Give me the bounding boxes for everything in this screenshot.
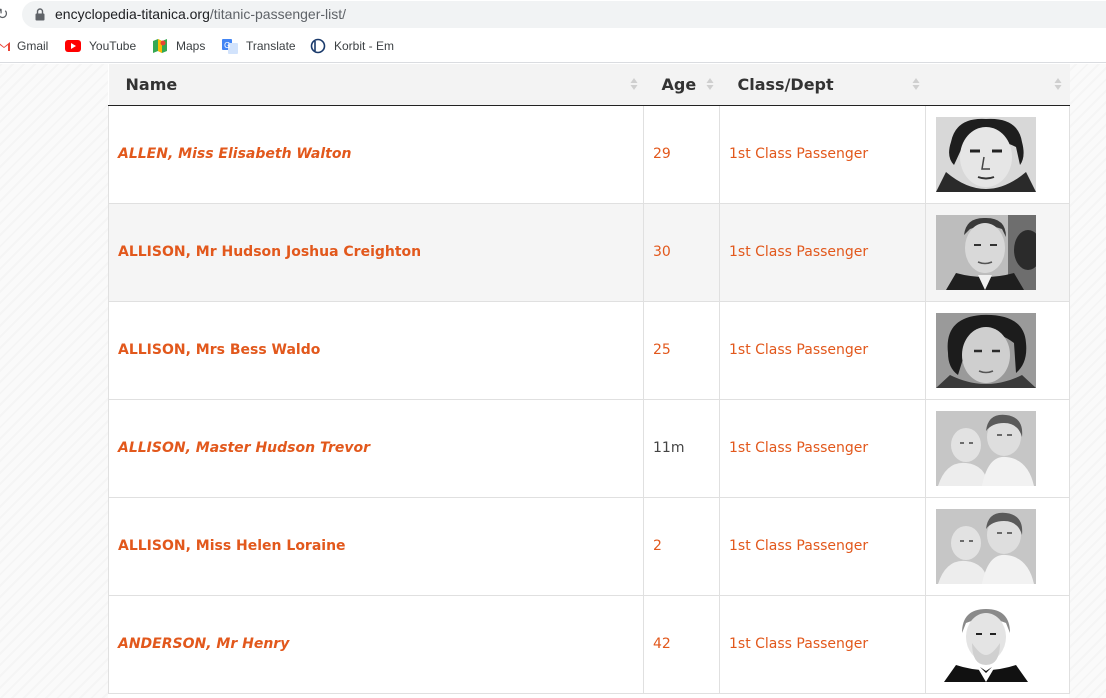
table-row: ALLISON, Master Hudson Trevor 11m 1st Cl… bbox=[108, 398, 1070, 498]
class-link[interactable]: 1st Class Passenger bbox=[719, 594, 926, 694]
passenger-photo[interactable] bbox=[936, 312, 1036, 388]
table-row: ALLISON, Mr Hudson Joshua Creighton 30 1… bbox=[108, 202, 1070, 302]
photo-cell bbox=[925, 398, 1070, 498]
age-link[interactable]: 2 bbox=[643, 496, 720, 596]
sort-icon bbox=[912, 78, 919, 90]
column-header-label: Name bbox=[125, 74, 178, 94]
column-header-name[interactable]: Name bbox=[108, 64, 644, 106]
passenger-name-link[interactable]: ANDERSON, Mr Henry bbox=[108, 594, 644, 694]
bookmark-korbit[interactable]: Korbit - Em bbox=[310, 38, 394, 54]
column-header-class[interactable]: Class/Dept bbox=[719, 64, 926, 106]
url-text: encyclopedia-titanica.org/titanic-passen… bbox=[55, 6, 346, 22]
bookmark-maps[interactable]: Maps bbox=[152, 38, 205, 54]
photo-cell bbox=[925, 496, 1070, 596]
table-row: ALLISON, Mrs Bess Waldo 25 1st Class Pas… bbox=[108, 300, 1070, 400]
bookmarks-bar: Gmail YouTube Maps G Translate Korbit - … bbox=[0, 30, 1106, 63]
bookmark-label: Gmail bbox=[17, 39, 49, 53]
passenger-photo[interactable] bbox=[936, 410, 1036, 486]
age-value: 11m bbox=[643, 398, 720, 498]
gmail-icon bbox=[0, 38, 10, 54]
bookmark-label: Korbit - Em bbox=[334, 39, 395, 53]
youtube-icon bbox=[65, 38, 81, 54]
bookmark-youtube[interactable]: YouTube bbox=[65, 38, 136, 54]
bookmark-label: Translate bbox=[246, 39, 296, 53]
bookmark-gmail[interactable]: Gmail bbox=[0, 38, 48, 54]
column-header-age[interactable]: Age bbox=[643, 64, 720, 106]
class-link[interactable]: 1st Class Passenger bbox=[719, 398, 926, 498]
class-link[interactable]: 1st Class Passenger bbox=[719, 300, 926, 400]
passenger-name-link[interactable]: ALLISON, Mrs Bess Waldo bbox=[108, 300, 644, 400]
table-row: ALLEN, Miss Elisabeth Walton 29 1st Clas… bbox=[108, 104, 1070, 204]
maps-icon bbox=[152, 38, 168, 54]
photo-cell bbox=[925, 104, 1070, 204]
class-link[interactable]: 1st Class Passenger bbox=[719, 104, 926, 204]
class-link[interactable]: 1st Class Passenger bbox=[719, 202, 926, 302]
lock-icon bbox=[35, 8, 45, 21]
translate-icon: G bbox=[222, 38, 238, 54]
passenger-table-container: Name Age Class/Dept ALLEN, Miss Elisabet… bbox=[108, 64, 1070, 698]
age-link[interactable]: 30 bbox=[643, 202, 720, 302]
passenger-photo[interactable] bbox=[936, 116, 1036, 192]
sort-icon bbox=[1054, 78, 1061, 90]
bookmark-label: YouTube bbox=[89, 39, 137, 53]
passenger-name-link[interactable]: ALLISON, Master Hudson Trevor bbox=[108, 398, 644, 498]
photo-cell bbox=[925, 300, 1070, 400]
photo-cell bbox=[925, 202, 1070, 302]
bookmark-label: Maps bbox=[176, 39, 206, 53]
passenger-table: Name Age Class/Dept ALLEN, Miss Elisabet… bbox=[108, 64, 1070, 694]
bookmark-translate[interactable]: G Translate bbox=[222, 38, 296, 54]
column-header-label: Age bbox=[661, 74, 697, 94]
passenger-name-link[interactable]: ALLEN, Miss Elisabeth Walton bbox=[108, 104, 644, 204]
korbit-icon bbox=[310, 38, 326, 54]
url-field[interactable]: encyclopedia-titanica.org/titanic-passen… bbox=[22, 1, 1106, 28]
reload-icon[interactable]: ↻ bbox=[0, 6, 9, 22]
passenger-photo[interactable] bbox=[936, 214, 1036, 290]
page-content: Name Age Class/Dept ALLEN, Miss Elisabet… bbox=[0, 64, 1106, 698]
sort-icon bbox=[630, 78, 637, 90]
photo-cell bbox=[925, 594, 1070, 694]
age-link[interactable]: 42 bbox=[643, 594, 720, 694]
passenger-photo[interactable] bbox=[936, 508, 1036, 584]
sort-icon bbox=[706, 78, 713, 90]
address-bar: ↻ encyclopedia-titanica.org/titanic-pass… bbox=[0, 0, 1106, 30]
age-link[interactable]: 25 bbox=[643, 300, 720, 400]
passenger-photo[interactable] bbox=[936, 606, 1036, 682]
table-row: ANDERSON, Mr Henry 42 1st Class Passenge… bbox=[108, 594, 1070, 694]
table-header-row: Name Age Class/Dept bbox=[108, 64, 1070, 106]
class-link[interactable]: 1st Class Passenger bbox=[719, 496, 926, 596]
column-header-label: Class/Dept bbox=[737, 74, 834, 94]
passenger-name-link[interactable]: ALLISON, Mr Hudson Joshua Creighton bbox=[108, 202, 644, 302]
url-path: /titanic-passenger-list/ bbox=[209, 6, 347, 22]
table-row: ALLISON, Miss Helen Loraine 2 1st Class … bbox=[108, 496, 1070, 596]
passenger-name-link[interactable]: ALLISON, Miss Helen Loraine bbox=[108, 496, 644, 596]
url-domain: encyclopedia-titanica.org bbox=[55, 6, 210, 22]
age-link[interactable]: 29 bbox=[643, 104, 720, 204]
column-header-photo[interactable] bbox=[925, 64, 1070, 106]
svg-text:G: G bbox=[224, 41, 230, 50]
